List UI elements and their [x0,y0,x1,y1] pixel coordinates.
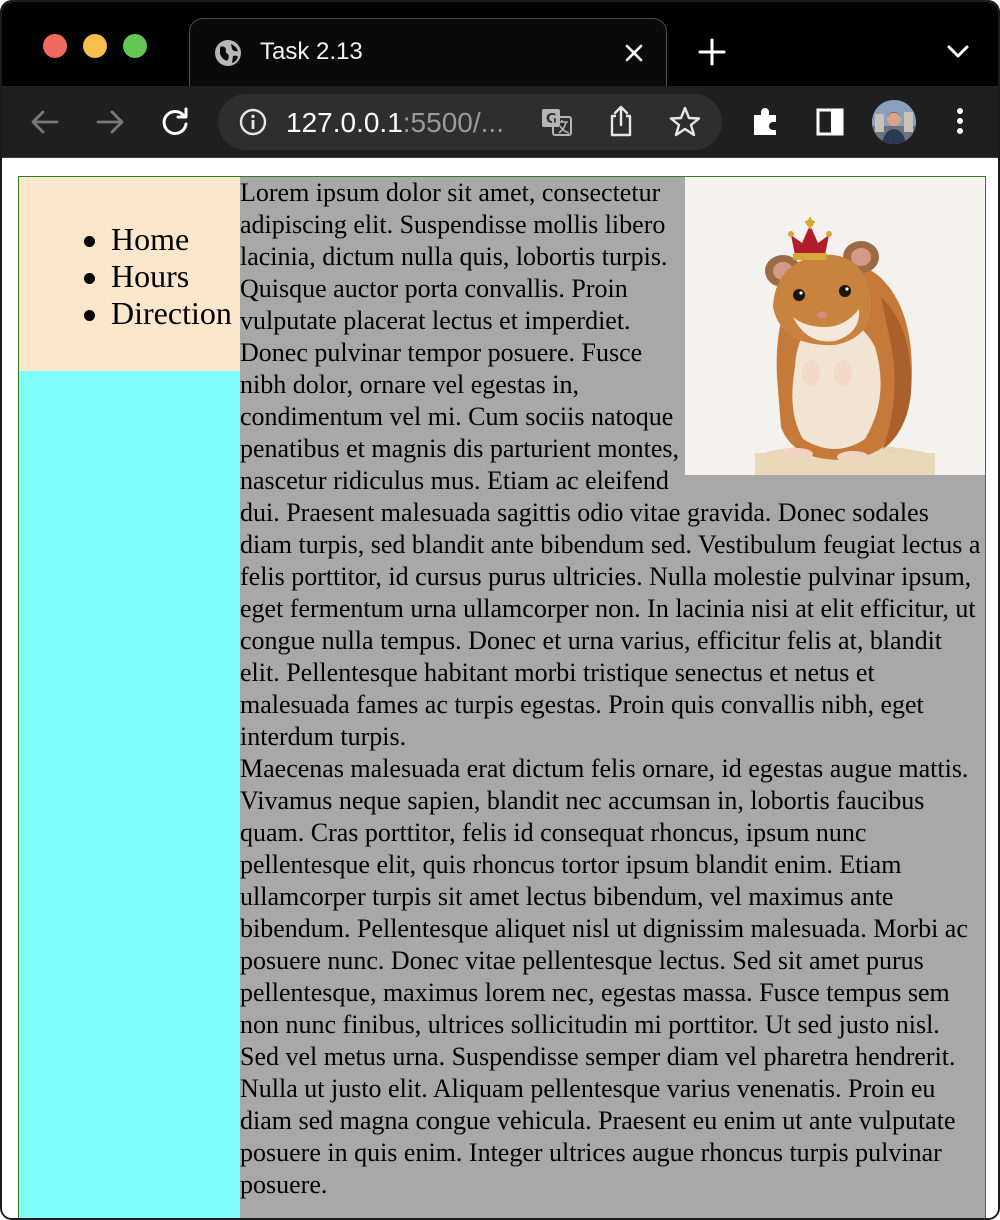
hamster-with-crown-image [685,177,985,475]
bookmark-star-icon[interactable] [668,105,702,139]
translate-icon[interactable]: G [540,106,574,138]
menu-icon[interactable] [942,103,978,139]
nav-item-direction[interactable]: Direction [83,295,232,332]
paragraph-2: Maecenas malesuada erat dictum felis orn… [240,754,969,1199]
svg-text:G: G [546,112,557,127]
maximize-window-button[interactable] [123,34,147,58]
close-window-button[interactable] [43,34,67,58]
nav-item-hours[interactable]: Hours [83,258,232,295]
new-tab-icon[interactable] [696,36,728,68]
nav-box: Home Hours Direction [19,177,240,371]
forward-icon[interactable] [92,104,128,140]
nav-item-home[interactable]: Home [83,221,232,258]
tab-title: Task 2.13 [260,38,363,65]
page-viewport: Home Hours Direction Lorem ipsum dolor s… [2,159,998,1218]
minimize-window-button[interactable] [83,34,107,58]
info-icon[interactable] [238,107,268,137]
tab-search-icon[interactable] [942,38,974,66]
avatar-image [872,100,916,144]
share-icon[interactable] [606,104,636,138]
url-text[interactable]: 127.0.0.1:5500/... [286,107,504,139]
extensions-icon[interactable] [748,103,784,139]
browser-window: Task 2.13 127.0.0.1:5500/... G Home Hour… [0,0,1000,1220]
back-icon[interactable] [27,104,63,140]
url-host: 127.0.0.1 [286,107,403,138]
main-content: Lorem ipsum dolor sit amet, consectetur … [240,177,985,1218]
nav-list: Home Hours Direction [83,221,232,332]
url-path: :5500/... [402,107,504,138]
tab-strip: Task 2.13 [2,2,998,86]
browser-toolbar: 127.0.0.1:5500/... G [2,86,998,158]
reload-icon[interactable] [157,104,193,140]
sidebar-column: Home Hours Direction [19,177,240,1218]
close-icon[interactable] [620,39,648,67]
profile-avatar[interactable] [872,100,916,144]
page-container: Home Hours Direction Lorem ipsum dolor s… [18,176,986,1218]
address-bar[interactable]: 127.0.0.1:5500/... G [218,94,722,150]
browser-tab[interactable]: Task 2.13 [189,18,667,86]
globe-icon [215,40,241,66]
side-panel-icon[interactable] [812,104,848,140]
